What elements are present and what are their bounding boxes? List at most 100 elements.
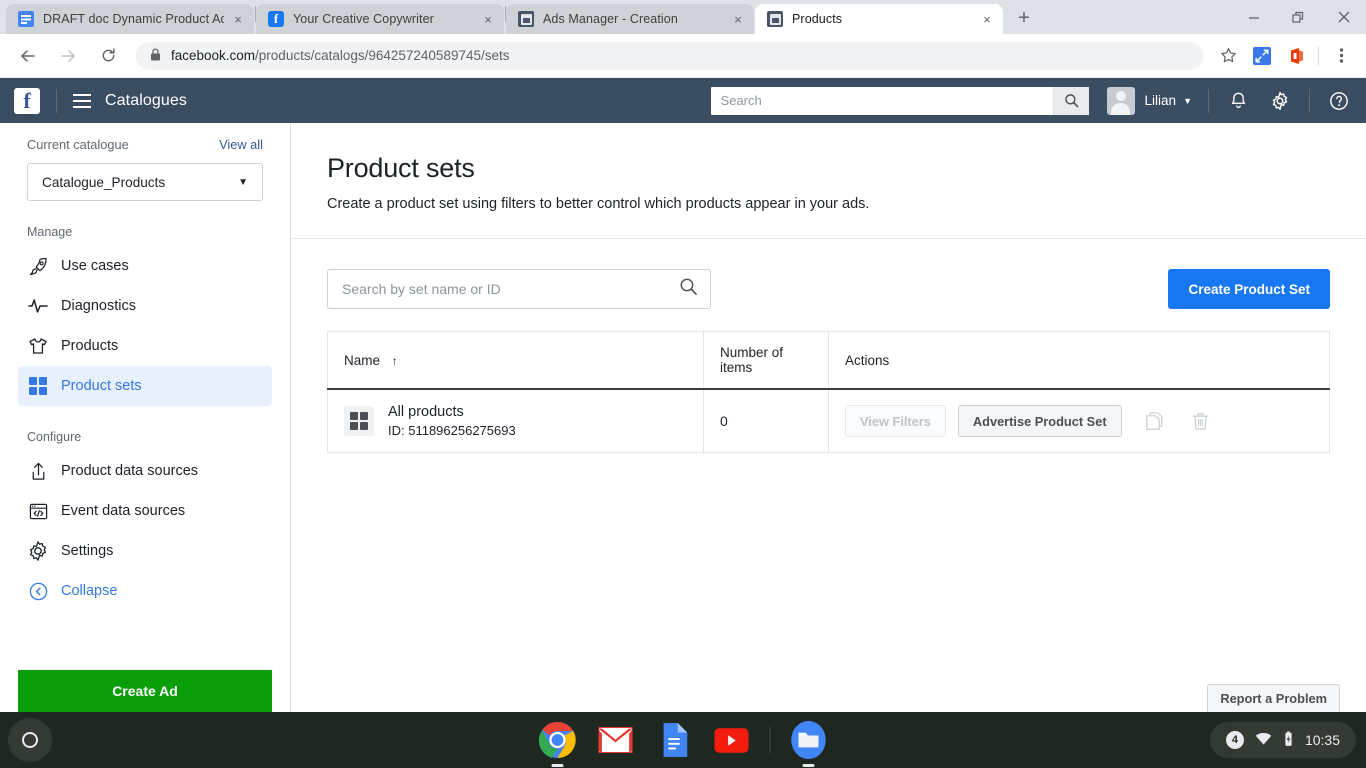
tab-close-icon[interactable]: × — [230, 11, 246, 27]
header-divider — [1208, 88, 1209, 113]
sidebar-item-product-data-sources[interactable]: Product data sources — [18, 451, 272, 491]
facebook-header: f Catalogues Lilian ▼ — [0, 78, 1366, 123]
avatar — [1106, 86, 1135, 115]
tab-title: Your Creative Copywriter — [293, 12, 434, 26]
view-filters-button[interactable]: View Filters — [845, 405, 946, 437]
user-menu[interactable]: Lilian ▼ — [1106, 86, 1192, 115]
launcher-icon[interactable] — [8, 718, 52, 762]
browser-toolbar: facebook.com/products/catalogs/964257240… — [0, 34, 1366, 78]
browser-tab-2[interactable]: Ads Manager - Creation × — [506, 4, 754, 34]
sidebar-item-product-sets[interactable]: Product sets — [18, 366, 272, 406]
product-set-name[interactable]: All products — [388, 404, 516, 420]
chrome-icon[interactable] — [538, 720, 578, 767]
extension-icon[interactable] — [1248, 42, 1276, 70]
browser-tab-0[interactable]: DRAFT doc Dynamic Product Ad × — [6, 4, 254, 34]
forward-button[interactable] — [53, 41, 83, 71]
search-icon[interactable] — [1052, 86, 1089, 115]
sidebar-item-diagnostics[interactable]: Diagnostics — [18, 286, 272, 326]
table-row: All products ID: 511896256275693 0 View … — [327, 389, 1330, 453]
sidebar-item-products[interactable]: Products — [18, 326, 272, 366]
back-button[interactable] — [13, 41, 43, 71]
set-search-input[interactable] — [342, 281, 679, 297]
facebook-icon: f — [268, 11, 284, 27]
product-set-id: ID: 511896256275693 — [388, 423, 516, 438]
new-tab-button[interactable]: + — [1010, 4, 1038, 32]
address-bar[interactable]: facebook.com/products/catalogs/964257240… — [136, 41, 1203, 70]
sidebar-item-label: Event data sources — [61, 503, 186, 519]
youtube-icon[interactable] — [712, 720, 752, 760]
header-divider — [1309, 88, 1310, 113]
wifi-icon — [1255, 732, 1272, 749]
chevron-down-icon[interactable]: ▼ — [1183, 96, 1192, 106]
chromeos-shelf: 4 10:35 — [0, 712, 1366, 768]
clock: 10:35 — [1304, 732, 1340, 748]
copy-icon[interactable] — [1142, 408, 1168, 434]
catalogue-select[interactable]: Catalogue_Products ▼ — [27, 163, 263, 201]
settings-gear-icon[interactable] — [1267, 88, 1293, 114]
section-heading-manage: Manage — [27, 225, 73, 239]
grid-squares-icon — [27, 375, 49, 397]
advertise-product-set-button[interactable]: Advertise Product Set — [957, 405, 1122, 437]
header-search[interactable] — [710, 86, 1089, 115]
column-header-name[interactable]: Name ↑ — [327, 331, 704, 390]
create-ad-button[interactable]: Create Ad — [18, 670, 272, 712]
sidebar-item-label: Use cases — [61, 258, 129, 274]
tab-title: Products — [792, 12, 843, 26]
tab-strip: DRAFT doc Dynamic Product Ad × f Your Cr… — [0, 0, 1366, 34]
browser-tab-1[interactable]: f Your Creative Copywriter × — [256, 4, 504, 34]
set-search-box[interactable] — [327, 269, 711, 309]
report-problem-button[interactable]: Report a Problem — [1207, 684, 1340, 712]
bookmark-star-icon[interactable] — [1214, 42, 1242, 70]
tab-close-icon[interactable]: × — [730, 11, 746, 27]
hamburger-menu-icon[interactable] — [73, 93, 91, 108]
column-header-actions: Actions — [828, 331, 1330, 390]
sidebar-item-label: Product data sources — [61, 463, 199, 479]
minimize-button[interactable] — [1231, 0, 1276, 34]
code-window-icon — [27, 500, 49, 522]
search-icon[interactable] — [679, 277, 698, 301]
notification-count-badge: 4 — [1225, 731, 1244, 749]
tab-close-icon[interactable]: × — [979, 11, 995, 27]
column-label: Name — [344, 352, 381, 368]
browser-tab-3-active[interactable]: Products × — [755, 4, 1003, 34]
create-product-set-button[interactable]: Create Product Set — [1168, 269, 1330, 309]
tab-close-icon[interactable]: × — [480, 11, 496, 27]
reload-button[interactable] — [93, 41, 123, 71]
sidebar-item-settings[interactable]: Settings — [18, 531, 272, 571]
gmail-icon[interactable] — [596, 720, 636, 760]
cell-number-of-items: 0 — [703, 389, 829, 453]
view-all-link[interactable]: View all — [219, 137, 263, 152]
sidebar-item-use-cases[interactable]: Use cases — [18, 246, 272, 286]
window-controls — [1231, 0, 1366, 34]
close-window-button[interactable] — [1321, 0, 1366, 34]
chrome-menu-icon[interactable] — [1327, 42, 1355, 70]
ads-manager-icon — [518, 11, 534, 27]
sidebar-item-label: Diagnostics — [61, 298, 136, 314]
facebook-logo-icon[interactable]: f — [14, 87, 40, 114]
sidebar-item-label: Product sets — [61, 378, 142, 394]
maximize-restore-button[interactable] — [1276, 0, 1321, 34]
shelf-apps — [538, 720, 829, 767]
sort-ascending-icon[interactable]: ↑ — [392, 354, 398, 368]
trash-icon[interactable] — [1188, 408, 1214, 434]
browser-window: DRAFT doc Dynamic Product Ad × f Your Cr… — [0, 0, 1366, 712]
section-heading-configure: Configure — [27, 430, 82, 444]
page-header: Product sets Create a product set using … — [291, 123, 1366, 239]
sidebar: Current catalogue View all Catalogue_Pro… — [0, 123, 291, 712]
user-name: Lilian — [1144, 93, 1177, 108]
page-subtitle: Create a product set using filters to be… — [327, 196, 870, 212]
page-title: Product sets — [327, 153, 475, 183]
toolbar-row: Create Product Set — [327, 269, 1330, 309]
toolbar-divider — [1318, 45, 1319, 66]
sidebar-item-event-data-sources[interactable]: Event data sources — [18, 491, 272, 531]
files-icon[interactable] — [789, 720, 829, 767]
sidebar-item-label: Products — [61, 338, 119, 354]
google-docs-icon[interactable] — [654, 720, 694, 760]
help-question-icon[interactable] — [1326, 88, 1352, 114]
sidebar-item-collapse[interactable]: Collapse — [18, 571, 272, 611]
office-icon[interactable] — [1282, 42, 1310, 70]
url-host: facebook.com — [171, 48, 256, 63]
search-input[interactable] — [710, 86, 1053, 115]
notifications-bell-icon[interactable] — [1225, 88, 1251, 114]
system-tray[interactable]: 4 10:35 — [1209, 722, 1356, 758]
